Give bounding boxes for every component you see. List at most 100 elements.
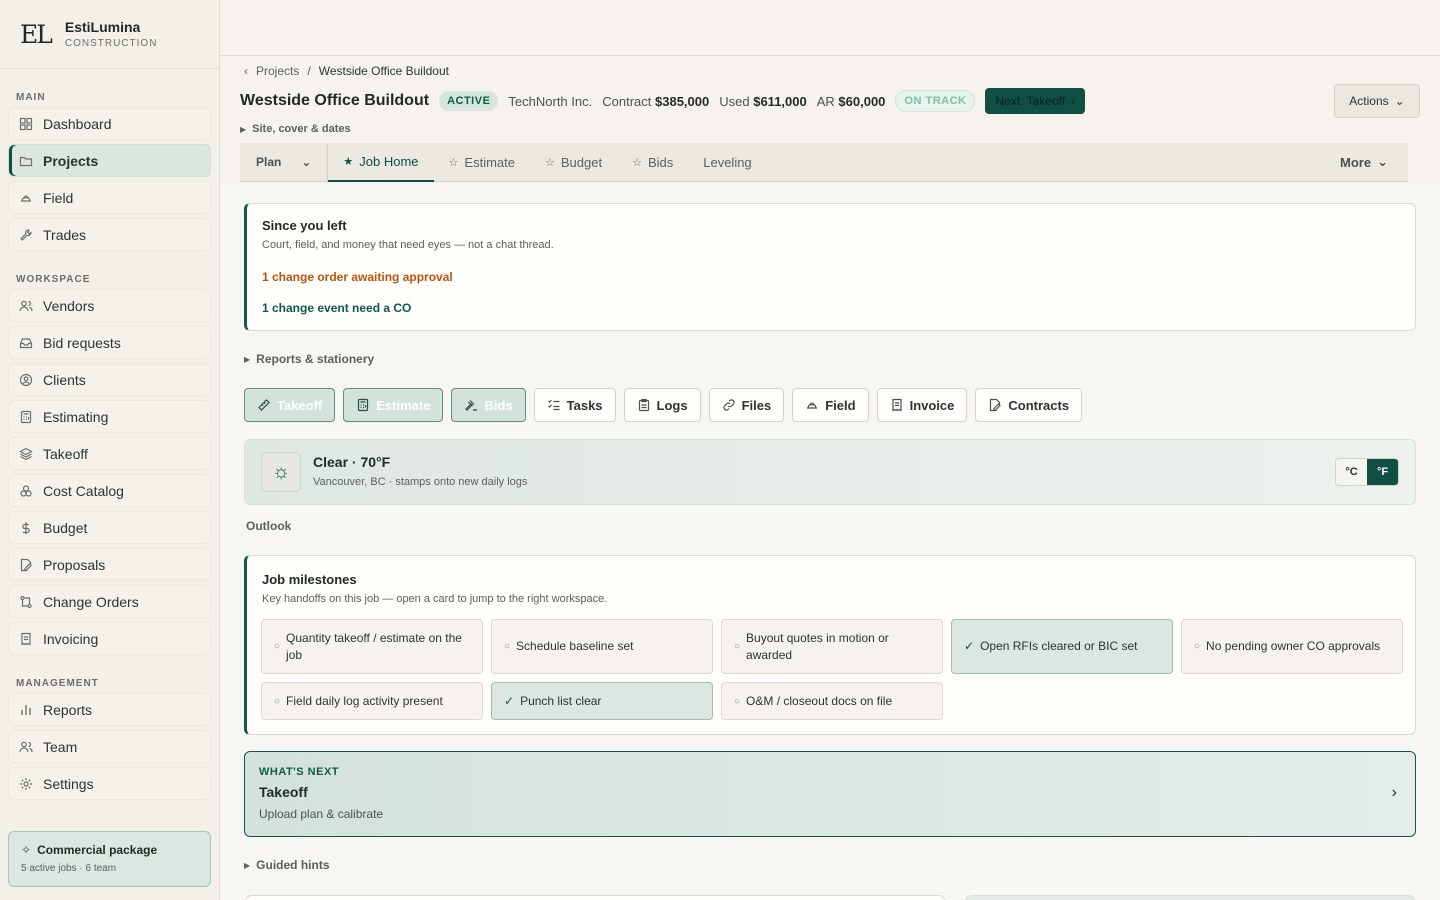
sidebar-item-label: Vendors [43, 297, 95, 314]
sidebar-item-takeoff[interactable]: Takeoff [8, 437, 211, 470]
sidebar-item-label: Settings [43, 775, 94, 792]
next-button-label: Next: Takeoff [995, 94, 1066, 108]
tab-leveling[interactable]: Leveling [688, 143, 766, 182]
sidebar-item-projects[interactable]: Projects [8, 144, 211, 177]
sidebar-item-bid-requests[interactable]: Bid requests [8, 326, 211, 359]
star-outline-icon[interactable]: ☆ [632, 156, 642, 169]
milestone-label: Schedule baseline set [516, 639, 634, 653]
milestone-card[interactable]: ✓ Punch list clear [491, 682, 713, 720]
breadcrumb-separator: / [307, 64, 311, 78]
invoice-quick-action-button[interactable]: Invoice [876, 388, 968, 422]
tab-estimate[interactable]: ☆ Estimate [434, 143, 530, 182]
sidebar-item-budget[interactable]: Budget [8, 511, 211, 544]
clipboard-icon [637, 398, 651, 412]
tasks-quick-action-button[interactable]: Tasks [533, 388, 616, 422]
star-filled-icon[interactable]: ★ [343, 155, 353, 168]
sidebar-item-label: Bid requests [43, 334, 121, 351]
sidebar-item-proposals[interactable]: Proposals [8, 548, 211, 581]
milestone-card[interactable]: ○ O&M / closeout docs on file [721, 682, 943, 720]
reports-toggle-label: Reports & stationery [256, 352, 375, 366]
ar-stat: AR $60,000 [817, 94, 886, 109]
circle-icon: ○ [274, 695, 281, 707]
job-home-content: Since you left Court, field, and money t… [220, 183, 1440, 900]
sidebar-item-field[interactable]: Field [8, 181, 211, 214]
field-quick-action-button[interactable]: Field [792, 388, 869, 422]
more-label: More [1340, 154, 1372, 170]
document-pen-icon [19, 558, 33, 572]
sidebar-item-team[interactable]: Team [8, 730, 211, 763]
tab-job-home[interactable]: ★ Job Home [328, 143, 434, 182]
quick-action-label: Estimate [376, 397, 431, 413]
milestone-label: Buyout quotes in motion or awarded [746, 630, 889, 662]
plan-dropdown[interactable]: Plan ⌄ [240, 142, 329, 182]
reports-stationery-toggle[interactable]: ▶ Reports & stationery [244, 352, 374, 366]
milestone-card[interactable]: ✓ Open RFIs cleared or BIC set [951, 619, 1173, 674]
whats-next-card[interactable]: WHAT'S NEXT Takeoff Upload plan & calibr… [244, 751, 1416, 837]
tab-label: Job Home [359, 153, 419, 169]
files-quick-action-button[interactable]: Files [708, 388, 785, 422]
users-icon [19, 299, 33, 313]
change-event-alert[interactable]: 1 change event need a CO [262, 301, 1400, 315]
outlook-label[interactable]: Outlook [246, 519, 291, 533]
sidebar-item-invoicing[interactable]: Invoicing [8, 622, 211, 655]
milestone-card[interactable]: ○ Field daily log activity present [261, 682, 483, 720]
next-takeoff-button[interactable]: Next: Takeoff › [985, 88, 1086, 114]
calculator-icon [19, 410, 33, 424]
estimate-quick-action-button[interactable]: Estimate [343, 388, 444, 422]
sidebar-item-estimating[interactable]: Estimating [8, 400, 211, 433]
receipt-icon [890, 398, 904, 412]
sidebar-item-trades[interactable]: Trades [8, 218, 211, 251]
breadcrumb-projects[interactable]: Projects [256, 64, 299, 78]
unit-fahrenheit[interactable]: °F [1367, 459, 1398, 485]
since-you-left-card: Since you left Court, field, and money t… [244, 203, 1416, 331]
sidebar-item-vendors[interactable]: Vendors [8, 289, 211, 322]
sidebar-item-clients[interactable]: Clients [8, 363, 211, 396]
guided-hints-toggle[interactable]: ▶ Guided hints [244, 858, 330, 872]
lower-card-left [244, 895, 946, 900]
temperature-unit-toggle: °C °F [1335, 458, 1399, 486]
milestone-card[interactable]: ○ Quantity takeoff / estimate on the job [261, 619, 483, 674]
actions-button[interactable]: Actions ⌄ [1334, 84, 1420, 118]
grid-icon [19, 117, 33, 131]
milestone-card[interactable]: ○ No pending owner CO approvals [1181, 619, 1403, 674]
sidebar-item-label: Trades [43, 226, 87, 243]
used-label: Used [719, 93, 750, 109]
ar-value: $60,000 [838, 93, 886, 109]
chevron-left-icon[interactable]: ‹ [244, 64, 248, 78]
takeoff-quick-action-button[interactable]: Takeoff [244, 388, 336, 422]
tab-label: Budget [560, 154, 603, 170]
contracts-quick-action-button[interactable]: Contracts [975, 388, 1083, 422]
list-check-icon [547, 398, 561, 412]
commercial-package-card[interactable]: ✧ Commercial package 5 active jobs · 6 te… [8, 831, 211, 887]
sidebar-item-cost-catalog[interactable]: Cost Catalog [8, 474, 211, 507]
logs-quick-action-button[interactable]: Logs [623, 388, 701, 422]
chevron-right-icon: › [1391, 784, 1397, 801]
health-badge: ON TRACK [895, 90, 976, 112]
caret-right-icon: ▶ [244, 354, 251, 364]
sidebar-item-dashboard[interactable]: Dashboard [8, 107, 211, 140]
unit-celsius[interactable]: °C [1336, 459, 1367, 485]
sidebar-item-change-orders[interactable]: Change Orders [8, 585, 211, 618]
brand[interactable]: EL EstiLumina CONSTRUCTION [0, 0, 219, 69]
site-cover-dates-toggle[interactable]: ▶ Site, cover & dates [240, 123, 351, 135]
more-tabs-button[interactable]: More ⌄ [1325, 143, 1408, 182]
quick-action-label: Invoice [909, 397, 955, 413]
circle-icon: ○ [1194, 641, 1201, 652]
tab-bids[interactable]: ☆ Bids [617, 143, 688, 182]
change-order-alert[interactable]: 1 change order awaiting approval [262, 270, 1400, 284]
milestone-card[interactable]: ○ Buyout quotes in motion or awarded [721, 619, 943, 674]
sidebar-item-reports[interactable]: Reports [8, 693, 211, 726]
chevron-down-icon: ⌄ [301, 155, 312, 169]
package-sub: 5 active jobs · 6 team [21, 863, 117, 874]
contract-stat: Contract $385,000 [602, 94, 709, 109]
milestone-card[interactable]: ○ Schedule baseline set [491, 619, 713, 674]
star-outline-icon[interactable]: ☆ [449, 156, 459, 169]
star-outline-icon[interactable]: ☆ [545, 156, 555, 169]
sidebar-item-settings[interactable]: Settings [8, 767, 211, 800]
milestone-label: Field daily log activity present [286, 693, 443, 708]
package-title: Commercial package [37, 843, 158, 857]
milestone-label: Punch list clear [520, 693, 602, 708]
bar-chart-icon [19, 703, 33, 717]
bids-quick-action-button[interactable]: Bids [451, 388, 526, 422]
tab-budget[interactable]: ☆ Budget [530, 143, 617, 182]
